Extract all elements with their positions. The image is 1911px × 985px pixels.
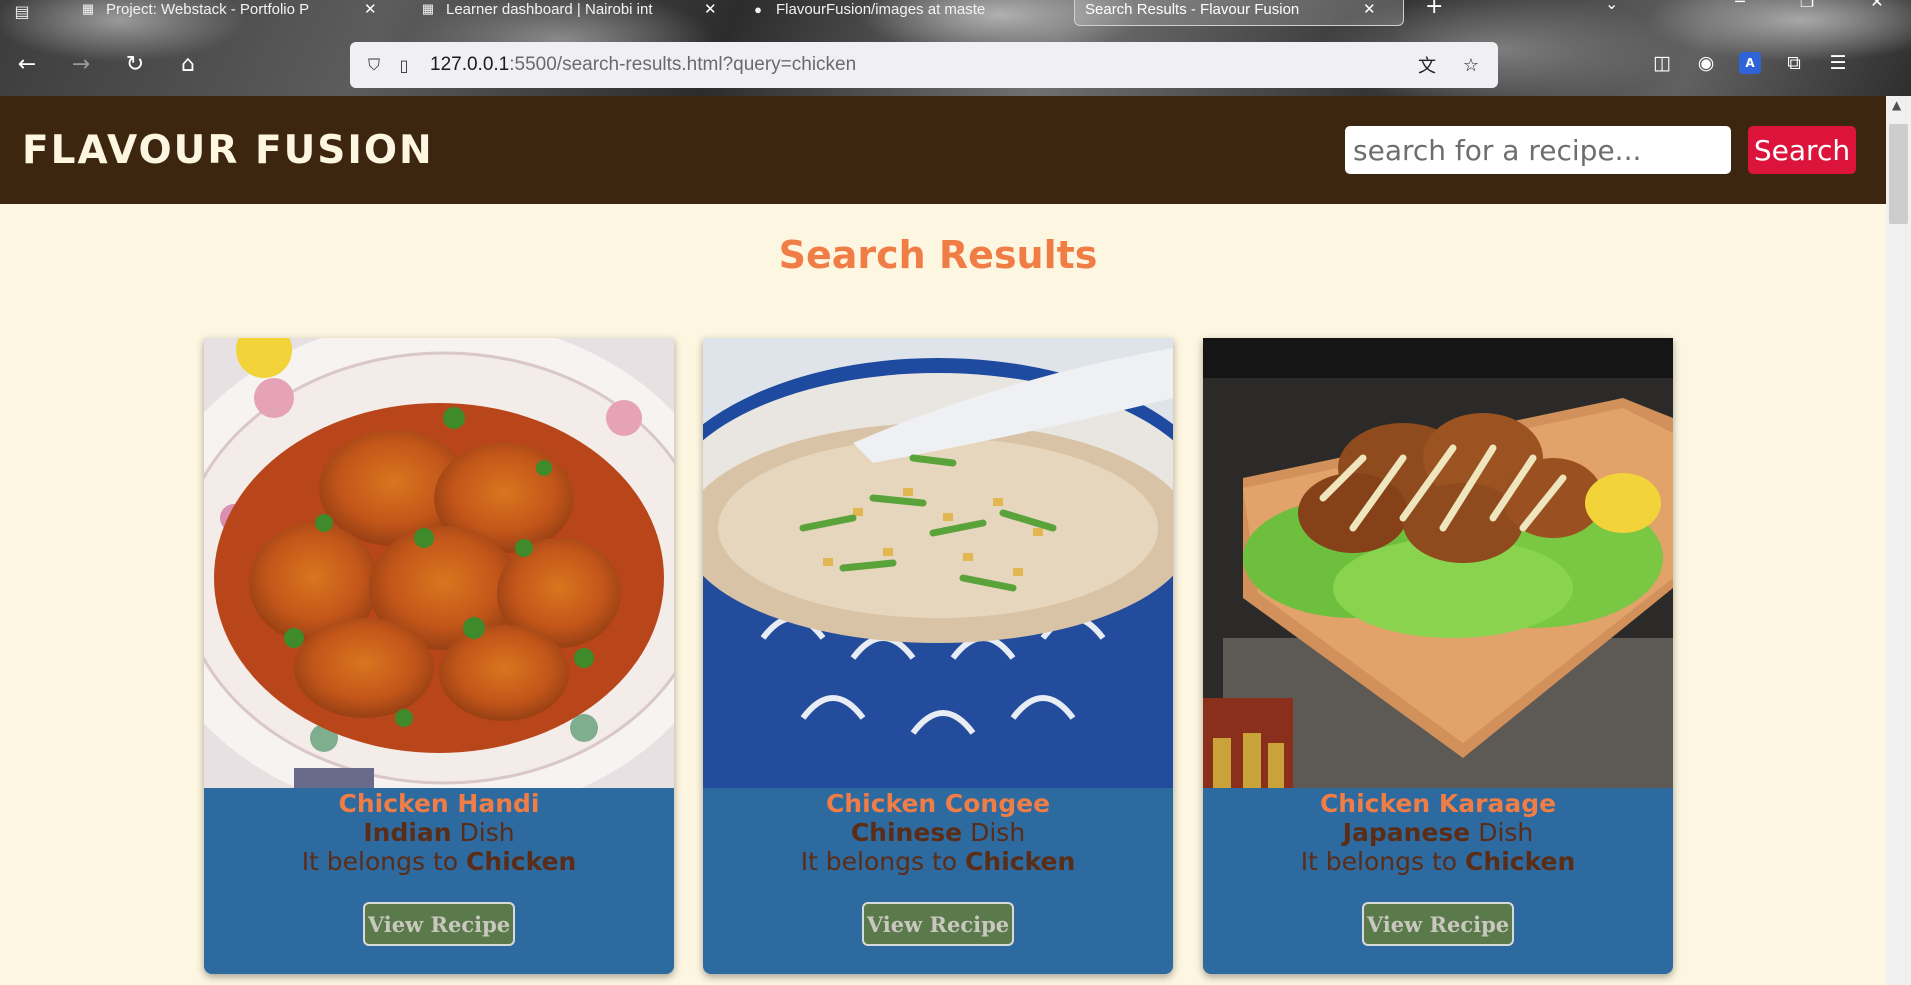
restore-icon[interactable]: ❐ [1792,0,1822,11]
tab-search-results[interactable]: Search Results - Flavour Fusion ✕ [1074,0,1404,26]
recipe-image-chicken-handi [204,338,674,788]
url-path: :5500/search-results.html?query=chicken [509,54,857,75]
recipe-image-chicken-karaage [1203,338,1673,788]
recipe-card-body: Chicken Congee Chinese Dish It belongs t… [703,788,1173,946]
page-info-icon[interactable]: ▯ [392,53,416,77]
recipe-category-line: It belongs to Chicken [204,847,674,876]
scroll-thumb[interactable] [1889,124,1908,224]
recipe-category: Chicken [466,847,577,876]
pocket-icon[interactable]: ◫ [1640,48,1684,78]
star-icon[interactable]: ☆ [1458,52,1484,78]
url-host: 127.0.0.1 [430,54,510,75]
recipe-category-line: It belongs to Chicken [703,847,1173,876]
recipe-card-body: Chicken Handi Indian Dish It belongs to … [204,788,674,946]
recipe-card-body: Chicken Karaage Japanese Dish It belongs… [1203,788,1673,946]
recipe-cuisine: Chinese [850,818,963,847]
reload-icon[interactable]: ↻ [119,48,151,80]
recipe-category: Chicken [1465,847,1576,876]
dish-label: Dish [1478,818,1534,847]
page-title: Search Results [778,233,1098,277]
recipe-name: Chicken Congee [825,789,1051,818]
recipe-card-chicken-congee: Chicken Congee Chinese Dish It belongs t… [703,338,1173,974]
tab-title: Project: Webstack - Portfolio P [106,0,310,18]
menu-icon[interactable]: ☰ [1816,48,1860,78]
belongs-label: It belongs to [800,847,958,876]
tab-title: FlavourFusion/images at maste [776,0,986,18]
address-bar[interactable]: ⛉ ▯ 127.0.0.1:5500/search-results.html?q… [350,42,1498,88]
tab-title: Learner dashboard | Nairobi int [446,0,653,18]
dish-label: Dish [970,818,1026,847]
recipe-cuisine-line: Chinese Dish [703,818,1173,847]
back-arrow-icon[interactable]: ← [11,48,43,80]
tab-portfolio[interactable]: ▦ Project: Webstack - Portfolio P ✕ [70,0,387,26]
recipe-cuisine-line: Japanese Dish [1203,818,1673,847]
close-icon[interactable]: ✕ [364,0,377,18]
tab-learner-dashboard[interactable]: ▦ Learner dashboard | Nairobi int ✕ [410,0,727,26]
recipe-category: Chicken [965,847,1076,876]
recipe-category-line: It belongs to Chicken [1203,847,1673,876]
minimize-icon[interactable]: ─ [1725,0,1755,11]
browser-chrome: ▤ ▦ Project: Webstack - Portfolio P ✕ ▦ … [0,0,1911,96]
account-icon[interactable]: ◉ [1684,48,1728,78]
recipe-cuisine: Indian [363,818,452,847]
view-recipe-button[interactable]: View Recipe [1362,902,1514,946]
view-recipe-button[interactable]: View Recipe [363,902,515,946]
recipe-image-chicken-congee [703,338,1173,788]
github-icon: ● [754,1,762,17]
firefox-view-icon[interactable]: ▤ [4,0,40,22]
recipe-card-chicken-karaage: Chicken Karaage Japanese Dish It belongs… [1203,338,1673,974]
url-text[interactable]: 127.0.0.1:5500/search-results.html?query… [430,54,856,76]
dish-label: Dish [459,818,515,847]
translate-extension-icon[interactable]: A [1739,52,1761,74]
navigation-toolbar: ← → ↻ ⌂ ⛉ ▯ 127.0.0.1:5500/search-result… [0,38,1911,90]
scroll-up-arrow-icon[interactable]: ▲ [1892,98,1901,112]
page-viewport: FLAVOUR FUSION Search Search Results [0,96,1886,985]
tab-title: Search Results - Flavour Fusion [1085,0,1300,18]
recipe-name: Chicken Karaage [1319,789,1557,818]
doc-icon: ▦ [81,1,95,16]
home-icon[interactable]: ⌂ [172,48,204,80]
tab-github-images[interactable]: ● FlavourFusion/images at maste [740,0,1036,26]
alx-icon: ▦ [421,1,435,16]
page-scrollbar[interactable]: ▲ [1886,96,1911,985]
view-recipe-button[interactable]: View Recipe [862,902,1014,946]
forward-arrow-icon[interactable]: → [65,48,97,80]
close-icon[interactable]: ✕ [704,0,717,18]
shield-icon[interactable]: ⛉ [362,53,386,77]
search-input[interactable] [1345,126,1731,174]
recipe-card-chicken-handi: Chicken Handi Indian Dish It belongs to … [204,338,674,974]
recipe-name: Chicken Handi [338,789,540,818]
search-button[interactable]: Search [1748,126,1856,174]
belongs-label: It belongs to [1300,847,1458,876]
extensions-icon[interactable]: ⧉ [1772,48,1816,78]
chevron-down-icon[interactable]: ⌄ [1605,0,1618,13]
site-header: FLAVOUR FUSION Search [0,96,1886,204]
recipe-cuisine: Japanese [1342,818,1471,847]
toolbar-icons: ◫ ◉ A ⧉ ☰ [1640,48,1860,78]
window-close-icon[interactable]: ✕ [1862,0,1892,11]
recipe-cuisine-line: Indian Dish [204,818,674,847]
belongs-label: It belongs to [301,847,459,876]
tab-strip: ▤ ▦ Project: Webstack - Portfolio P ✕ ▦ … [0,0,1911,28]
translate-icon[interactable]: 文 [1414,52,1440,78]
site-brand[interactable]: FLAVOUR FUSION [22,128,434,173]
close-icon[interactable]: ✕ [1363,0,1376,18]
new-tab-icon[interactable]: + [1425,0,1443,19]
